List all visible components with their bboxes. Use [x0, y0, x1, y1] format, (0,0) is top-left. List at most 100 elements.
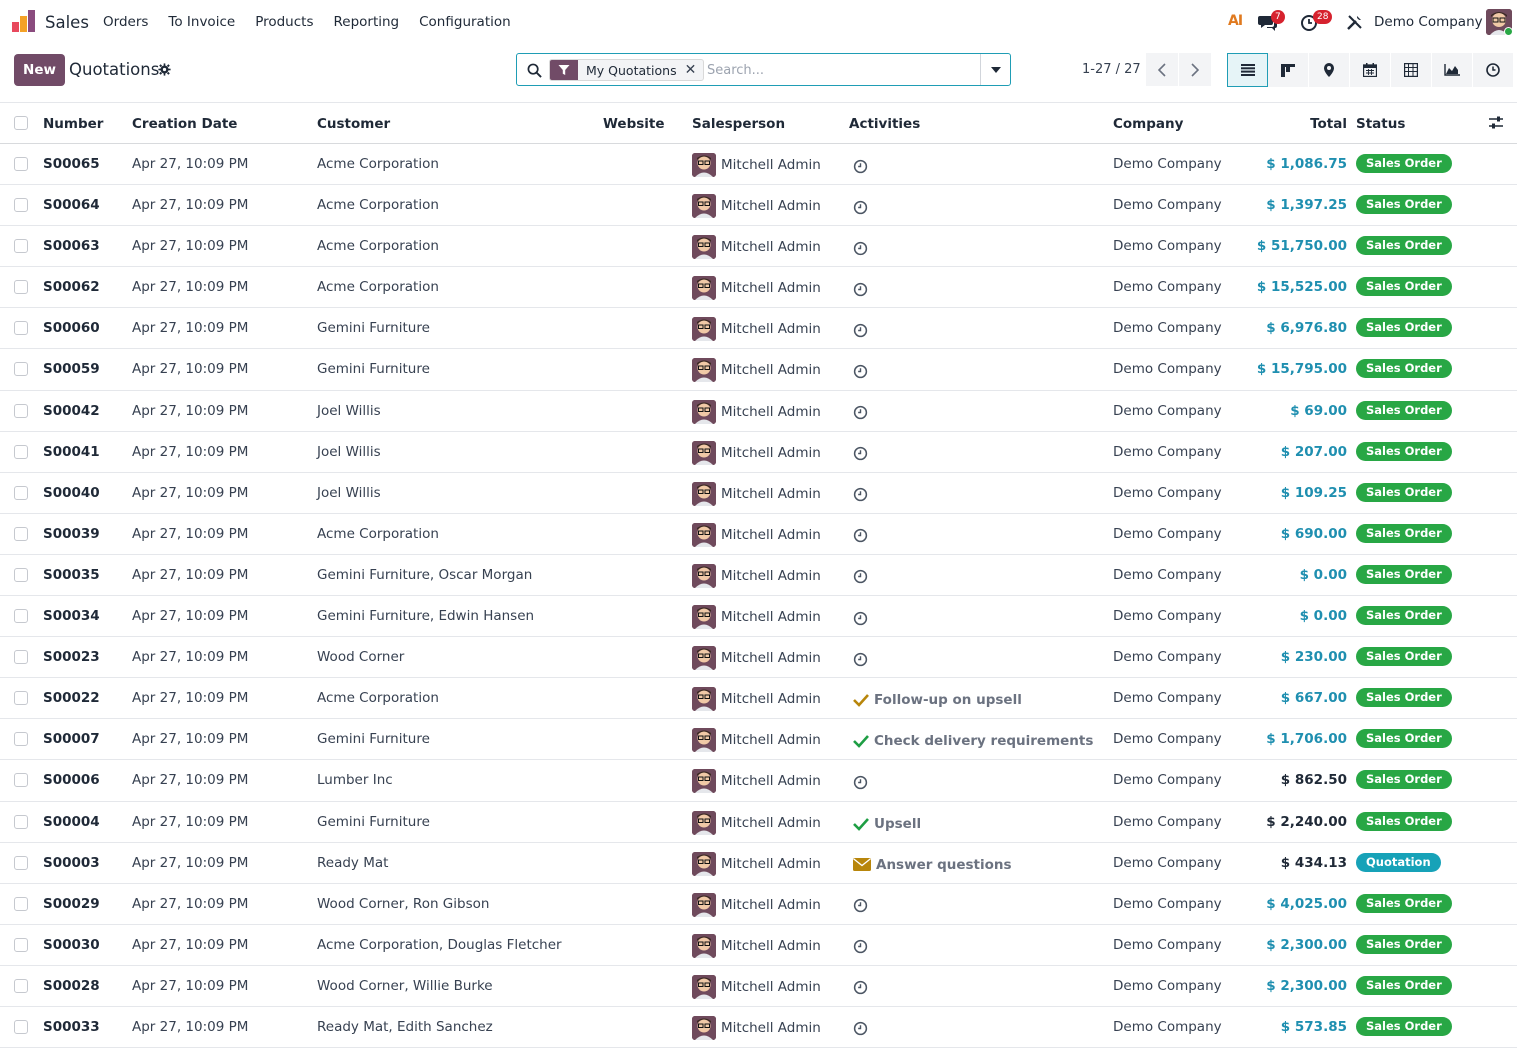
activity-clock-icon[interactable] [853, 323, 868, 338]
activity-clock-icon[interactable] [853, 405, 868, 420]
table-row[interactable]: S00042 Apr 27, 10:09 PM Joel Willis Mitchel… [0, 391, 1517, 432]
optional-columns-icon[interactable] [1488, 115, 1504, 131]
activity-widget[interactable] [853, 772, 868, 792]
table-row[interactable]: S00029 Apr 27, 10:09 PM Wood Corner, Ron G… [0, 884, 1517, 925]
activity-clock-icon[interactable] [853, 364, 868, 379]
row-checkbox[interactable] [14, 773, 28, 788]
activity-widget[interactable] [853, 1019, 868, 1039]
row-checkbox[interactable] [14, 814, 28, 829]
activity-widget[interactable] [853, 197, 868, 217]
row-checkbox[interactable] [14, 609, 28, 624]
table-row[interactable]: S00064 Apr 27, 10:09 PM Acme Corporation Mi… [0, 185, 1517, 227]
activity-clock-icon[interactable] [853, 1021, 868, 1036]
list-view-button[interactable] [1227, 53, 1268, 87]
row-checkbox[interactable] [14, 198, 28, 213]
row-checkbox[interactable] [14, 732, 28, 747]
remove-facet-icon[interactable]: ✕ [685, 62, 704, 78]
activity-clock-icon[interactable] [853, 980, 868, 995]
activity-clock-icon[interactable] [853, 282, 868, 297]
activity-clock-icon[interactable] [853, 775, 868, 790]
row-checkbox[interactable] [14, 403, 28, 418]
activity-widget[interactable] [853, 403, 868, 423]
table-row[interactable]: S00028 Apr 27, 10:09 PM Wood Corner, Willi… [0, 966, 1517, 1007]
menu-orders[interactable]: Orders [103, 14, 148, 30]
pivot-view-button[interactable] [1391, 53, 1432, 87]
gear-icon[interactable] [158, 63, 171, 76]
activity-widget[interactable] [853, 485, 868, 505]
map-view-button[interactable] [1309, 53, 1350, 87]
activity-widget[interactable] [853, 156, 868, 176]
column-header-customer[interactable]: Customer [317, 116, 390, 132]
search-icon[interactable] [527, 63, 542, 78]
activity-widget[interactable]: Follow-up on upsell [853, 690, 1022, 710]
app-name[interactable]: Sales [45, 13, 89, 32]
table-row[interactable]: S00033 Apr 27, 10:09 PM Ready Mat, Edith S… [0, 1007, 1517, 1049]
activity-check-icon[interactable] [853, 734, 869, 749]
activity-widget[interactable] [853, 608, 868, 628]
activity-widget[interactable] [853, 649, 868, 669]
activity-widget[interactable]: Upsell [853, 814, 921, 834]
calendar-view-button[interactable] [1350, 53, 1391, 87]
column-header-creation-date[interactable]: Creation Date [132, 116, 237, 132]
activity-widget[interactable] [853, 896, 868, 916]
table-row[interactable]: S00023 Apr 27, 10:09 PM Wood Corner Mitchel… [0, 637, 1517, 679]
activity-clock-icon[interactable] [853, 611, 868, 626]
table-row[interactable]: S00063 Apr 27, 10:09 PM Acme Corporation Mi… [0, 226, 1517, 268]
column-header-salesperson[interactable]: Salesperson [692, 116, 785, 132]
activity-widget[interactable] [853, 567, 868, 587]
column-header-activities[interactable]: Activities [849, 116, 920, 132]
row-checkbox[interactable] [14, 978, 28, 993]
menu-products[interactable]: Products [255, 14, 313, 30]
row-checkbox[interactable] [14, 321, 28, 336]
table-row[interactable]: S00060 Apr 27, 10:09 PM Gemini Furniture Mi… [0, 308, 1517, 350]
menu-reporting[interactable]: Reporting [333, 14, 399, 30]
row-checkbox[interactable] [14, 567, 28, 582]
column-header-company[interactable]: Company [1113, 116, 1183, 132]
activity-widget[interactable] [853, 937, 868, 957]
menu-to-invoice[interactable]: To Invoice [168, 14, 235, 30]
activity-widget[interactable]: Check delivery requirements [853, 731, 1093, 751]
column-header-website[interactable]: Website [603, 116, 665, 132]
menu-configuration[interactable]: Configuration [419, 14, 511, 30]
company-switcher[interactable]: Demo Company [1374, 14, 1483, 30]
row-checkbox[interactable] [14, 896, 28, 911]
new-button[interactable]: New [14, 54, 65, 86]
activity-widget[interactable] [853, 526, 868, 546]
debug-tools-icon[interactable] [1346, 13, 1364, 31]
row-checkbox[interactable] [14, 157, 28, 171]
table-row[interactable]: S00062 Apr 27, 10:09 PM Acme Corporation Mi… [0, 267, 1517, 309]
search-options-toggle[interactable] [980, 54, 1010, 85]
row-checkbox[interactable] [14, 444, 28, 459]
pager-value[interactable]: 1-27 / 27 [1082, 62, 1141, 77]
table-row[interactable]: S00030 Apr 27, 10:09 PM Acme Corporation, … [0, 925, 1517, 966]
activity-clock-icon[interactable] [853, 939, 868, 954]
activity-clock-icon[interactable] [853, 487, 868, 502]
pager-next-button[interactable] [1179, 53, 1211, 86]
table-row[interactable]: S00059 Apr 27, 10:09 PM Gemini Furniture Mi… [0, 349, 1517, 391]
row-checkbox[interactable] [14, 362, 28, 377]
row-checkbox[interactable] [14, 855, 28, 870]
activity-clock-icon[interactable] [853, 446, 868, 461]
row-checkbox[interactable] [14, 485, 28, 500]
activity-clock-icon[interactable] [853, 241, 868, 256]
table-row[interactable]: S00035 Apr 27, 10:09 PM Gemini Furniture, … [0, 555, 1517, 597]
row-checkbox[interactable] [14, 526, 28, 541]
activity-widget[interactable]: Answer questions [853, 855, 1012, 875]
row-checkbox[interactable] [14, 239, 28, 254]
column-header-total[interactable]: Total [1310, 116, 1347, 132]
table-row[interactable]: S00003 Apr 27, 10:09 PM Ready Mat Mitchell … [0, 843, 1517, 884]
table-row[interactable]: S00039 Apr 27, 10:09 PM Acme Corporation Mi… [0, 514, 1517, 555]
activity-widget[interactable] [853, 978, 868, 998]
row-checkbox[interactable] [14, 1019, 28, 1034]
activity-clock-icon[interactable] [853, 528, 868, 543]
activity-clock-icon[interactable] [853, 200, 868, 215]
search-input[interactable] [707, 60, 977, 80]
activity-widget[interactable] [853, 444, 868, 464]
activity-clock-icon[interactable] [853, 898, 868, 913]
activity-envelope-icon[interactable] [853, 858, 871, 872]
sales-app-icon[interactable] [12, 10, 36, 32]
row-checkbox[interactable] [14, 691, 28, 706]
row-checkbox[interactable] [14, 280, 28, 295]
row-checkbox[interactable] [14, 650, 28, 665]
activity-widget[interactable] [853, 361, 868, 381]
